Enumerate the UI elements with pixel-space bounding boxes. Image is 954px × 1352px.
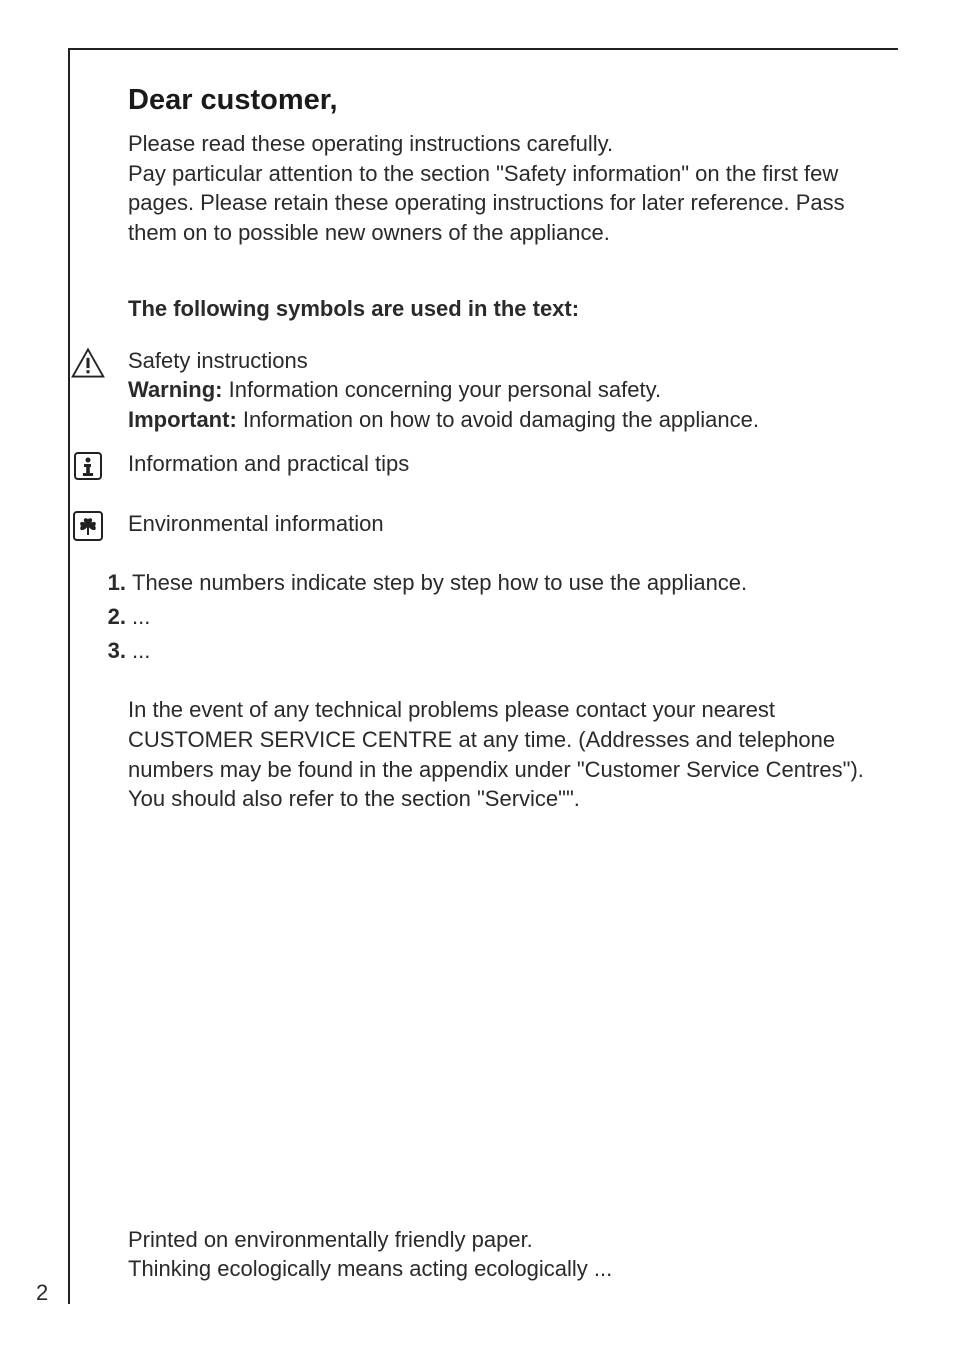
step-number: 3. — [96, 636, 126, 666]
closing-block: In the event of any technical problems p… — [128, 695, 898, 814]
page-title: Dear customer, — [128, 84, 898, 117]
info-entry: Information and practical tips — [128, 449, 898, 479]
info-text: Information and practical tips — [128, 449, 898, 479]
list-item: 3. ... — [96, 636, 898, 666]
warning-text: Information concerning your personal saf… — [223, 377, 662, 402]
footer-line-1: Printed on environmentally friendly pape… — [128, 1225, 612, 1255]
safety-title: Safety instructions — [128, 346, 898, 376]
closing-p2: You should also refer to the section "Se… — [128, 784, 890, 814]
safety-warning-line: Warning: Information concerning your per… — [128, 375, 898, 405]
intro-paragraph: Please read these operating instructions… — [128, 129, 898, 248]
step-text: ... — [132, 636, 150, 666]
safety-important-line: Important: Information on how to avoid d… — [128, 405, 898, 435]
warning-label: Warning: — [128, 377, 223, 402]
step-text: These numbers indicate step by step how … — [132, 568, 747, 598]
closing-p1: In the event of any technical problems p… — [128, 695, 890, 784]
env-entry: Environmental information — [128, 509, 898, 539]
step-text: ... — [132, 602, 150, 632]
step-number: 1. — [96, 568, 126, 598]
symbols-subheading: The following symbols are used in the te… — [128, 296, 898, 322]
list-item: 1. These numbers indicate step by step h… — [96, 568, 898, 598]
list-item: 2. ... — [96, 602, 898, 632]
info-box-icon — [70, 449, 106, 483]
env-text: Environmental information — [128, 509, 898, 539]
step-number: 2. — [96, 602, 126, 632]
important-text: Information on how to avoid damaging the… — [237, 407, 759, 432]
footer-line-2: Thinking ecologically means acting ecolo… — [128, 1254, 612, 1284]
safety-entry: Safety instructions Warning: Information… — [128, 346, 898, 435]
page-number: 2 — [36, 1280, 48, 1306]
clover-icon — [70, 509, 106, 543]
page-frame: Dear customer, Please read these operati… — [68, 48, 898, 1304]
footer-block: Printed on environmentally friendly pape… — [128, 1225, 612, 1284]
step-list: 1. These numbers indicate step by step h… — [96, 568, 898, 665]
warning-triangle-icon — [70, 346, 106, 380]
important-label: Important: — [128, 407, 237, 432]
